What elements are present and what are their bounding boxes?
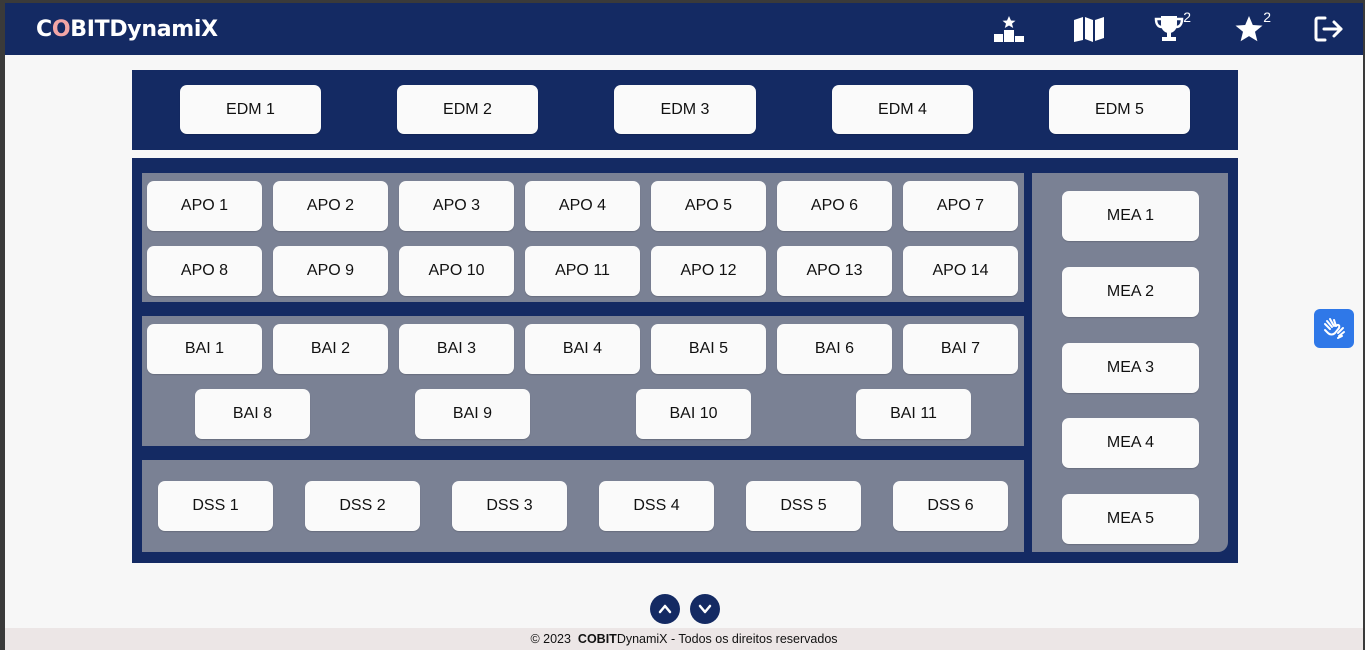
bai-button[interactable]: BAI 5 [651, 324, 766, 374]
apo-button[interactable]: APO 4 [525, 181, 640, 231]
bai-button[interactable]: BAI 2 [273, 324, 388, 374]
trophy-icon[interactable]: 2 [1153, 9, 1191, 43]
apo-button[interactable]: APO 7 [903, 181, 1018, 231]
apo-button[interactable]: APO 13 [777, 246, 892, 296]
mea-button[interactable]: MEA 1 [1062, 191, 1199, 241]
bai-button[interactable]: BAI 6 [777, 324, 892, 374]
bai-domain-box: BAI 1 BAI 2 BAI 3 BAI 4 BAI 5 BAI 6 BAI … [142, 316, 1024, 446]
mea-button[interactable]: MEA 3 [1062, 343, 1199, 393]
star-count: 2 [1263, 9, 1271, 25]
bai-button[interactable]: BAI 8 [195, 389, 310, 439]
apo-button[interactable]: APO 2 [273, 181, 388, 231]
sign-language-accessibility-button[interactable] [1314, 309, 1354, 348]
footer-rights: - Todos os direitos reservados [667, 632, 838, 646]
bai-button[interactable]: BAI 7 [903, 324, 1018, 374]
edm-button[interactable]: EDM 1 [180, 85, 321, 134]
scroll-down-button[interactable] [690, 594, 720, 624]
chevron-down-icon [698, 604, 712, 614]
ranking-icon[interactable] [993, 15, 1025, 43]
dss-button[interactable]: DSS 1 [158, 481, 273, 531]
logout-icon[interactable] [1313, 15, 1345, 43]
footer: © 2023 COBIT DynamiX - Todos os direitos … [5, 628, 1363, 650]
dss-button[interactable]: DSS 6 [893, 481, 1008, 531]
edm-panel: EDM 1 EDM 2 EDM 3 EDM 4 EDM 5 [132, 70, 1238, 150]
bai-button[interactable]: BAI 9 [415, 389, 530, 439]
dss-domain-box: DSS 1 DSS 2 DSS 3 DSS 4 DSS 5 DSS 6 [142, 460, 1024, 552]
apo-button[interactable]: APO 9 [273, 246, 388, 296]
sign-language-icon [1324, 317, 1345, 339]
bai-button[interactable]: BAI 4 [525, 324, 640, 374]
bai-button[interactable]: BAI 3 [399, 324, 514, 374]
edm-button[interactable]: EDM 3 [614, 85, 756, 134]
apo-button[interactable]: APO 3 [399, 181, 514, 231]
footer-brand-bold: COBIT [577, 632, 617, 646]
star-icon[interactable]: 2 [1233, 9, 1271, 43]
apo-button[interactable]: APO 6 [777, 181, 892, 231]
apo-button[interactable]: APO 8 [147, 246, 262, 296]
mea-domain-box: MEA 1 MEA 2 MEA 3 MEA 4 MEA 5 [1032, 173, 1228, 552]
map-icon[interactable] [1073, 15, 1105, 43]
apo-button[interactable]: APO 5 [651, 181, 766, 231]
apo-domain-box: APO 1 APO 2 APO 3 APO 4 APO 5 APO 6 APO … [142, 173, 1024, 302]
dss-button[interactable]: DSS 4 [599, 481, 714, 531]
mea-button[interactable]: MEA 4 [1062, 418, 1199, 468]
apo-button[interactable]: APO 14 [903, 246, 1018, 296]
bai-button[interactable]: BAI 11 [856, 389, 971, 439]
dss-button[interactable]: DSS 2 [305, 481, 420, 531]
apo-button[interactable]: APO 11 [525, 246, 640, 296]
dss-button[interactable]: DSS 5 [746, 481, 861, 531]
dss-button[interactable]: DSS 3 [452, 481, 567, 531]
processes-panel: APO 1 APO 2 APO 3 APO 4 APO 5 APO 6 APO … [132, 158, 1238, 563]
chevron-up-icon [658, 604, 672, 614]
footer-brand-rest: DynamiX [616, 632, 668, 646]
top-navbar: COBITDynamiX 2 2 [5, 3, 1363, 55]
footer-copyright: © 2023 [530, 632, 571, 646]
edm-button[interactable]: EDM 2 [397, 85, 538, 134]
mea-button[interactable]: MEA 2 [1062, 267, 1199, 317]
trophy-count: 2 [1183, 9, 1191, 25]
bai-button[interactable]: BAI 1 [147, 324, 262, 374]
apo-button[interactable]: APO 12 [651, 246, 766, 296]
app-logo[interactable]: COBITDynamiX [36, 17, 218, 42]
edm-button[interactable]: EDM 4 [832, 85, 973, 134]
apo-button[interactable]: APO 10 [399, 246, 514, 296]
scroll-up-button[interactable] [650, 594, 680, 624]
apo-button[interactable]: APO 1 [147, 181, 262, 231]
bai-button[interactable]: BAI 10 [636, 389, 751, 439]
edm-button[interactable]: EDM 5 [1049, 85, 1190, 134]
mea-button[interactable]: MEA 5 [1062, 494, 1199, 544]
